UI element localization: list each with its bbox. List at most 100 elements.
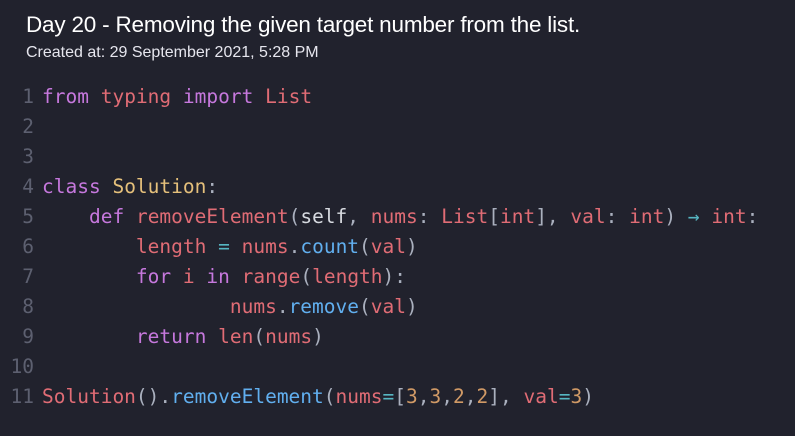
code-text: Solution().removeElement(nums=[3,3,2,2],… — [42, 382, 594, 412]
code-token: ) — [582, 385, 594, 408]
code-token: def — [88, 205, 125, 228]
code-token: from — [42, 85, 89, 108]
line-number: 10 — [10, 355, 34, 378]
code-token: 3 — [429, 385, 442, 408]
code-token: , — [464, 385, 477, 408]
code-token: ( — [359, 235, 371, 258]
code-token: val — [570, 205, 606, 228]
code-token: , — [417, 385, 430, 408]
code-token: length — [312, 265, 383, 288]
code-token: count — [300, 235, 360, 258]
code-token: ], — [488, 385, 524, 408]
code-token: [ — [394, 385, 406, 408]
code-token: return — [135, 325, 207, 348]
code-token: (). — [135, 385, 172, 408]
code-token: = — [218, 235, 230, 258]
line-number: 7 — [22, 265, 34, 288]
code-token: List — [441, 205, 489, 228]
code-token: i — [182, 265, 195, 288]
code-token: : — [417, 205, 442, 228]
code-line: 9 return len(nums) — [0, 322, 795, 352]
code-token: → — [687, 205, 700, 228]
code-token: nums — [265, 325, 313, 348]
code-text: def removeElement(self, nums: List[int],… — [42, 202, 758, 232]
code-token: class — [42, 175, 101, 198]
line-number: 5 — [22, 205, 34, 228]
code-token: nums — [370, 205, 418, 228]
code-text: nums.remove(val) — [42, 292, 418, 322]
code-text: for i in range(length): — [42, 262, 406, 292]
code-token: : — [605, 205, 630, 228]
code-token: self — [300, 205, 348, 228]
created-timestamp: Created at: 29 September 2021, 5:28 PM — [26, 44, 319, 61]
code-token: ( — [300, 265, 313, 288]
code-text: return len(nums) — [42, 322, 324, 352]
header: Day 20 - Removing the given target numbe… — [26, 10, 580, 64]
line-number: 9 — [22, 325, 34, 348]
code-token: : — [746, 205, 759, 228]
code-token: ( — [253, 325, 266, 348]
code-token: ) — [406, 235, 418, 258]
code-token: ) — [406, 295, 418, 318]
code-token: int — [711, 205, 747, 228]
code-token: for — [135, 265, 172, 288]
code-line: 1 from typing import List — [0, 82, 795, 112]
code-line: 11 Solution().removeElement(nums=[3,3,2,2… — [0, 382, 795, 412]
code-token: remove — [288, 295, 360, 318]
code-token: ) — [664, 205, 688, 228]
code-token: range — [241, 265, 301, 288]
code-text: from typing import List — [42, 82, 312, 112]
code-token: int — [629, 205, 665, 228]
code-token: 3 — [570, 385, 583, 408]
code-line: 7 for i in range(length): — [0, 262, 795, 292]
code-token: ( — [323, 385, 336, 408]
code-token: . — [276, 295, 289, 318]
code-token: 2 — [476, 385, 489, 408]
code-token: in — [206, 265, 230, 288]
code-token: val — [370, 295, 406, 318]
code-token: int — [499, 205, 536, 228]
code-token: nums — [335, 385, 383, 408]
code-line: 3 — [0, 142, 795, 172]
code-token: 2 — [453, 385, 465, 408]
code-token: ], — [535, 205, 571, 228]
code-block[interactable]: 1 from typing import List 2 3 4 class Solutio… — [0, 82, 795, 412]
code-token: ) — [312, 325, 324, 348]
code-token: , — [441, 385, 453, 408]
code-token: val — [370, 235, 407, 258]
code-text: length = nums.count(val) — [42, 232, 418, 262]
code-line: 5 def removeElement(self, nums: List[int… — [0, 202, 795, 232]
line-number: 11 — [10, 385, 34, 408]
code-token: = — [558, 385, 571, 408]
code-token: [ — [488, 205, 500, 228]
code-text: class Solution: — [42, 172, 218, 202]
code-token: , — [347, 205, 371, 228]
code-line: 10 — [0, 352, 795, 382]
code-token: 3 — [406, 385, 418, 408]
code-token: : — [206, 175, 219, 198]
page-title: Day 20 - Removing the given target numbe… — [26, 12, 581, 37]
code-token: = — [382, 385, 395, 408]
code-line: 2 — [0, 112, 795, 142]
code-token: removeElement — [171, 385, 324, 408]
line-number: 6 — [22, 235, 34, 258]
code-token: ): — [382, 265, 407, 288]
line-number: 8 — [22, 295, 34, 318]
code-token: val — [523, 385, 559, 408]
